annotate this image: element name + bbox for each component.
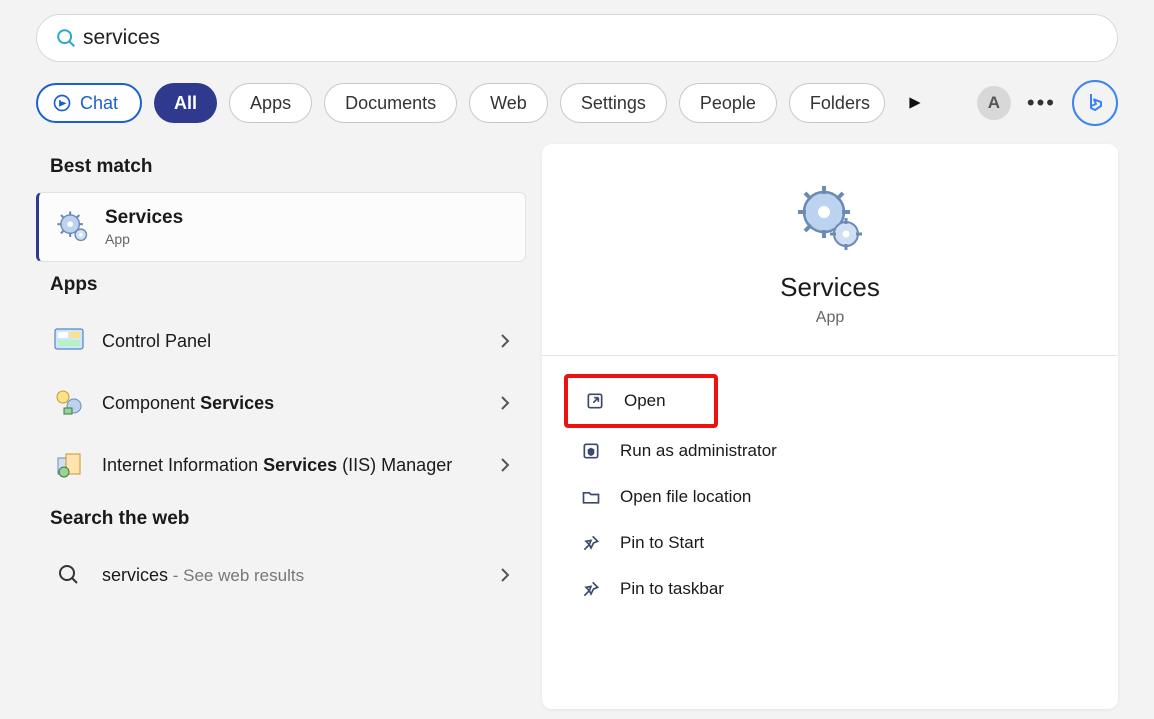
chevron-right-icon (500, 333, 510, 349)
tab-chat-label: Chat (80, 93, 118, 114)
tab-all[interactable]: All (154, 83, 217, 123)
pin-icon (580, 578, 602, 600)
services-gear-icon (55, 209, 91, 245)
action-label: Open file location (620, 487, 751, 507)
tab-web[interactable]: Web (469, 83, 548, 123)
tab-chat[interactable]: Chat (36, 83, 142, 123)
app-item-control-panel[interactable]: Control Panel (36, 310, 526, 372)
app-item-component-services[interactable]: Component Services (36, 372, 526, 434)
search-icon (52, 558, 86, 592)
action-pin-to-start[interactable]: Pin to Start (572, 520, 1088, 566)
web-item-label: services - See web results (102, 563, 484, 588)
action-label: Pin to Start (620, 533, 704, 553)
search-icon (55, 27, 83, 49)
app-item-label: Internet Information Services (IIS) Mana… (102, 453, 484, 477)
iis-manager-icon (52, 448, 86, 482)
detail-pane: Services App Open Run as administrator O… (542, 144, 1118, 709)
tab-people-label: People (700, 93, 756, 114)
avatar-letter: A (988, 93, 1000, 113)
tab-folders-label: Folders (810, 93, 870, 114)
bing-icon[interactable] (1072, 80, 1118, 126)
chevron-right-icon (500, 457, 510, 473)
search-input[interactable] (83, 26, 1099, 50)
tab-web-label: Web (490, 93, 527, 114)
pin-icon (580, 532, 602, 554)
shield-icon (580, 440, 602, 462)
control-panel-icon (52, 324, 86, 358)
app-item-label: Control Panel (102, 329, 484, 353)
web-search-item[interactable]: services - See web results (36, 544, 526, 606)
more-tabs-arrow-icon[interactable] (901, 89, 929, 117)
tab-folders[interactable]: Folders (789, 83, 885, 123)
tab-settings[interactable]: Settings (560, 83, 667, 123)
services-gear-icon (794, 184, 866, 256)
chevron-right-icon (500, 567, 510, 583)
detail-subtitle: App (572, 309, 1088, 327)
chevron-right-icon (500, 395, 510, 411)
best-match-item[interactable]: Services App (36, 192, 526, 262)
best-match-subtitle: App (105, 231, 183, 247)
app-item-label: Component Services (102, 391, 484, 415)
best-match-title: Services (105, 207, 183, 229)
app-item-iis-manager[interactable]: Internet Information Services (IIS) Mana… (36, 434, 526, 496)
results-list: Best match Services App Apps Control Pan… (36, 144, 526, 709)
search-bar[interactable] (36, 14, 1118, 62)
divider (542, 355, 1118, 356)
action-run-as-admin[interactable]: Run as administrator (572, 428, 1088, 474)
tab-apps-label: Apps (250, 93, 291, 114)
component-services-icon (52, 386, 86, 420)
highlight-box: Open (564, 374, 718, 428)
tab-people[interactable]: People (679, 83, 777, 123)
tab-documents-label: Documents (345, 93, 436, 114)
action-pin-to-taskbar[interactable]: Pin to taskbar (572, 566, 1088, 612)
tab-apps[interactable]: Apps (229, 83, 312, 123)
detail-title: Services (572, 272, 1088, 303)
tab-settings-label: Settings (581, 93, 646, 114)
more-menu-icon[interactable]: ••• (1023, 90, 1060, 116)
section-web: Search the web (50, 508, 526, 530)
action-open[interactable]: Open (576, 386, 674, 416)
action-label: Run as administrator (620, 441, 777, 461)
tab-all-label: All (174, 93, 197, 114)
open-icon (584, 390, 606, 412)
avatar[interactable]: A (977, 86, 1011, 120)
tab-documents[interactable]: Documents (324, 83, 457, 123)
action-label: Pin to taskbar (620, 579, 724, 599)
action-open-file-location[interactable]: Open file location (572, 474, 1088, 520)
filter-row: Chat All Apps Documents Web Settings Peo… (0, 62, 1154, 144)
section-best-match: Best match (50, 156, 526, 178)
folder-icon (580, 486, 602, 508)
section-apps: Apps (50, 274, 526, 296)
action-label: Open (624, 391, 666, 411)
